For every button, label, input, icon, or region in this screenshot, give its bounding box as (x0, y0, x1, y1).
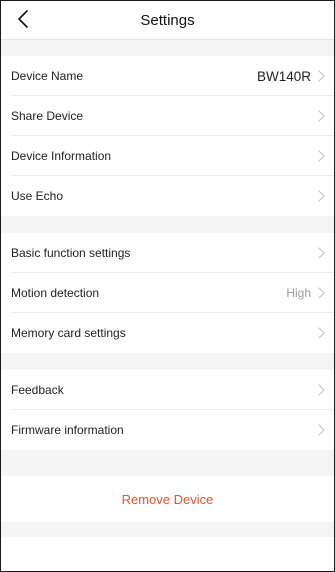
section-gap (1, 216, 334, 233)
row-label: Motion detection (11, 286, 100, 300)
section-gap (1, 450, 334, 476)
row-label: Device Name (11, 69, 84, 83)
back-button[interactable] (7, 3, 39, 35)
chevron-right-icon (317, 327, 325, 339)
row-label: Memory card settings (11, 326, 126, 340)
section-gap (1, 522, 334, 537)
row-label: Use Echo (11, 189, 64, 203)
chevron-right-icon (317, 110, 325, 122)
motion-detection-value: High (286, 286, 311, 300)
remove-device-label: Remove Device (121, 491, 214, 507)
chevron-right-icon (317, 190, 325, 202)
use-echo-row[interactable]: Use Echo (1, 176, 334, 216)
settings-screen: Settings Device Name BW140R Share Device… (0, 0, 335, 572)
device-information-row[interactable]: Device Information (1, 136, 334, 176)
chevron-right-icon (317, 384, 325, 396)
chevron-right-icon (317, 287, 325, 299)
page-title: Settings (140, 11, 195, 29)
section-gap (1, 353, 334, 370)
row-label: Firmware information (11, 423, 124, 437)
chevron-left-icon (18, 10, 28, 28)
memory-card-settings-row[interactable]: Memory card settings (1, 313, 334, 353)
remove-device-button[interactable]: Remove Device (1, 476, 334, 522)
row-label: Share Device (11, 109, 84, 123)
chevron-right-icon (317, 424, 325, 436)
chevron-right-icon (317, 150, 325, 162)
bottom-space (1, 537, 334, 571)
chevron-right-icon (317, 247, 325, 259)
device-name-value: BW140R (256, 68, 311, 84)
firmware-information-row[interactable]: Firmware information (1, 410, 334, 450)
feedback-row[interactable]: Feedback (1, 370, 334, 410)
chevron-right-icon (317, 70, 325, 82)
row-label: Device Information (11, 149, 112, 163)
motion-detection-row[interactable]: Motion detection High (1, 273, 334, 313)
section-gap (1, 40, 334, 56)
device-name-row[interactable]: Device Name BW140R (1, 56, 334, 96)
header-bar: Settings (1, 1, 334, 40)
row-label: Basic function settings (11, 246, 131, 260)
basic-function-settings-row[interactable]: Basic function settings (1, 233, 334, 273)
row-label: Feedback (11, 383, 64, 397)
share-device-row[interactable]: Share Device (1, 96, 334, 136)
